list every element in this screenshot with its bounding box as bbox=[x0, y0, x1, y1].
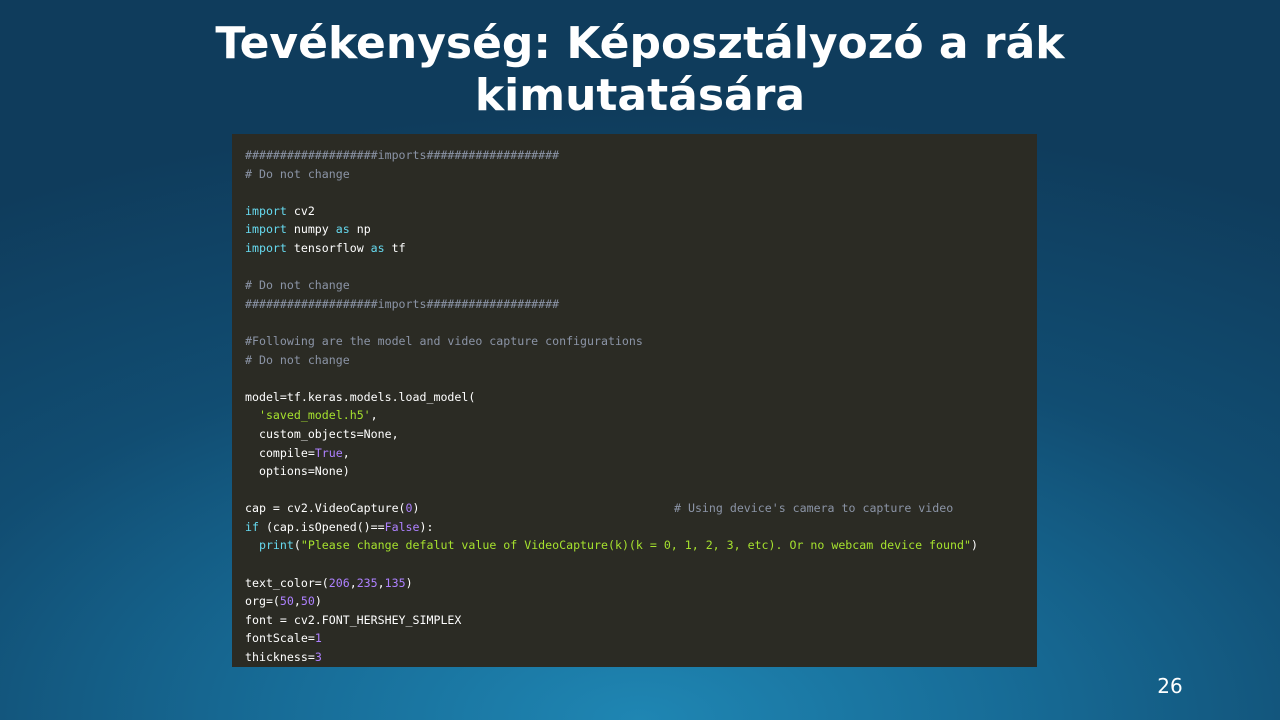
code-text: text_color=( bbox=[245, 575, 329, 590]
code-line: # Do not change bbox=[245, 165, 1037, 184]
code-line: print("Please change defalut value of Vi… bbox=[245, 536, 1037, 555]
code-text: fontScale= bbox=[245, 631, 315, 646]
code-text: , bbox=[349, 575, 357, 590]
code-line: font = cv2.FONT_HERSHEY_SIMPLEX bbox=[245, 611, 1037, 630]
code-comment: ###################imports##############… bbox=[245, 148, 560, 162]
code-string: 'saved_model.h5' bbox=[258, 408, 371, 423]
code-number: 235 bbox=[356, 575, 378, 590]
slide-title: Tevékenység: Képosztályozó a rák kimutat… bbox=[215, 18, 1065, 121]
code-text: font = cv2.FONT_HERSHEY_SIMPLEX bbox=[245, 612, 462, 627]
code-number: 3 bbox=[314, 650, 322, 665]
code-text: compile= bbox=[245, 445, 315, 460]
code-text: options=None) bbox=[245, 464, 350, 479]
code-text: ) bbox=[412, 501, 420, 516]
code-text: tf bbox=[384, 240, 406, 255]
code-number: 206 bbox=[328, 575, 350, 590]
code-keyword: import bbox=[245, 240, 287, 255]
code-text: custom_objects=None, bbox=[245, 426, 399, 441]
code-text: thickness= bbox=[245, 650, 315, 665]
code-number: 135 bbox=[384, 575, 406, 590]
code-line: import tensorflow as tf bbox=[245, 239, 1037, 258]
code-line: if (cap.isOpened()==False): bbox=[245, 518, 1037, 537]
code-line: fontScale=1 bbox=[245, 629, 1037, 648]
code-keyword: if bbox=[245, 519, 259, 534]
code-line: model=tf.keras.models.load_model( bbox=[245, 388, 1037, 407]
code-text: org=( bbox=[245, 594, 280, 609]
code-text: , bbox=[342, 445, 350, 460]
code-text: ( bbox=[293, 538, 301, 553]
code-comment: #Following are the model and video captu… bbox=[245, 333, 643, 348]
code-screenshot: ###################imports##############… bbox=[232, 134, 1037, 667]
code-line: org=(50,50) bbox=[245, 592, 1037, 611]
code-text: ) bbox=[405, 575, 413, 590]
code-line: options=None) bbox=[245, 462, 1037, 481]
code-inline-comment: # Using device's camera to capture video bbox=[674, 501, 954, 516]
code-line: ###################imports##############… bbox=[245, 146, 1037, 165]
code-keyword: import bbox=[245, 222, 287, 237]
code-line: compile=True, bbox=[245, 444, 1037, 463]
code-comment: ###################imports##############… bbox=[245, 296, 560, 311]
code-number: 50 bbox=[279, 594, 294, 609]
code-text: ): bbox=[419, 519, 434, 534]
code-line: # Do not change bbox=[245, 351, 1037, 370]
code-line: custom_objects=None, bbox=[245, 425, 1037, 444]
code-line: thickness=3 bbox=[245, 648, 1037, 667]
code-comment: # Do not change bbox=[245, 278, 350, 293]
code-line: # Do not change bbox=[245, 276, 1037, 295]
code-text: (cap.isOpened()== bbox=[258, 519, 385, 534]
code-line: ###################imports##############… bbox=[245, 295, 1037, 314]
code-line: text_color=(206,235,135) bbox=[245, 574, 1037, 593]
code-line: cap = cv2.VideoCapture(0) # Using device'… bbox=[245, 499, 1037, 518]
code-text: , bbox=[377, 575, 385, 590]
code-text: cap = cv2.VideoCapture( bbox=[245, 501, 406, 516]
code-text: cv2 bbox=[286, 203, 315, 218]
slide-number: 26 bbox=[1157, 674, 1183, 698]
code-line: import cv2 bbox=[245, 202, 1037, 221]
code-keyword: import bbox=[245, 203, 287, 218]
code-constant: True bbox=[314, 445, 343, 460]
code-text: , bbox=[370, 408, 378, 423]
code-text: , bbox=[293, 594, 301, 609]
code-string: "Please change defalut value of VideoCap… bbox=[300, 538, 971, 553]
code-number: 0 bbox=[405, 501, 413, 516]
code-number: 50 bbox=[300, 594, 315, 609]
code-text: np bbox=[349, 222, 371, 237]
code-text: ) bbox=[314, 594, 322, 609]
code-text: model=tf.keras.models.load_model( bbox=[245, 389, 476, 404]
code-number: 1 bbox=[314, 631, 322, 646]
code-constant: False bbox=[384, 519, 420, 534]
code-text: tensorflow bbox=[286, 240, 371, 255]
code-line: #Following are the model and video captu… bbox=[245, 332, 1037, 351]
code-comment: # Do not change bbox=[245, 352, 350, 367]
code-text: numpy bbox=[286, 222, 336, 237]
code-line: import numpy as np bbox=[245, 220, 1037, 239]
code-line: 'saved_model.h5', bbox=[245, 406, 1037, 425]
code-keyword: as bbox=[370, 240, 385, 255]
code-text: ) bbox=[970, 538, 978, 553]
code-builtin: print bbox=[258, 538, 294, 553]
code-comment: # Do not change bbox=[245, 166, 350, 181]
code-keyword: as bbox=[335, 222, 350, 237]
